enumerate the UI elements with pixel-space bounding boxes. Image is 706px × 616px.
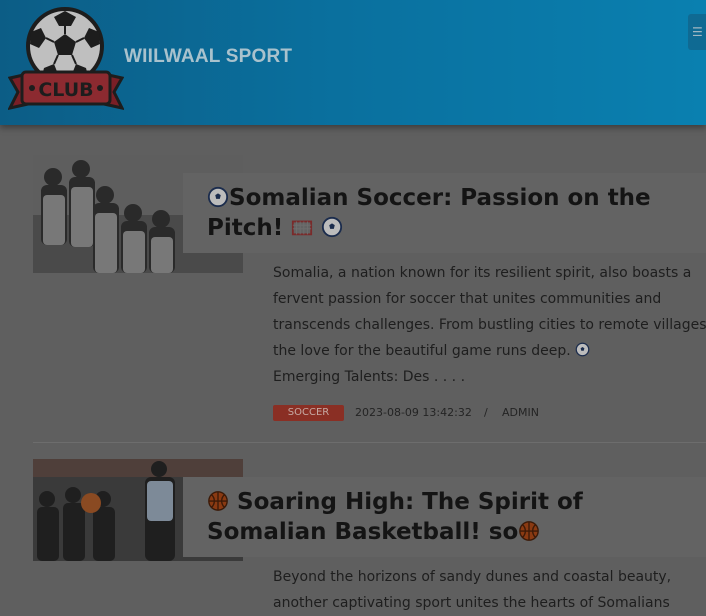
post-title-text: Somalian Soccer: Passion on the Pitch! (207, 185, 651, 241)
post-title-box: Soaring High: The Spirit of Somalian Bas… (183, 477, 706, 557)
post-excerpt-tail: Emerging Talents: Des . . . . (273, 369, 466, 385)
post-title-box: Somalian Soccer: Passion on the Pitch! (183, 173, 706, 253)
goal-net-icon (292, 220, 313, 236)
soccer-ball-icon (322, 216, 343, 238)
post-author[interactable]: ADMIN (502, 406, 539, 419)
post-meta: SOCCER 2023-08-09 13:42:32 / ADMIN (273, 405, 573, 421)
soccer-ball-icon (207, 186, 229, 208)
post-excerpt-text: Beyond the horizons of sandy dunes and c… (273, 569, 672, 611)
club-logo[interactable]: CLUB (8, 6, 124, 114)
meta-separator: / (484, 406, 488, 419)
soccer-ball-icon (575, 342, 590, 357)
logo-text: CLUB (38, 79, 93, 101)
post-date: 2023-08-09 13:42:32 (355, 406, 472, 419)
menu-icon[interactable]: ☰ (688, 14, 706, 50)
post-divider (33, 442, 706, 443)
post-excerpt: Beyond the horizons of sandy dunes and c… (273, 564, 706, 616)
post-excerpt: Somalia, a nation known for its resilien… (273, 260, 706, 390)
post-title[interactable]: Somalian Soccer: Passion on the Pitch! (207, 183, 699, 243)
category-badge[interactable]: SOCCER (273, 405, 344, 421)
post-title[interactable]: Soaring High: The Spirit of Somalian Bas… (207, 487, 699, 547)
basketball-icon (519, 521, 540, 541)
basketball-icon (208, 491, 228, 511)
site-header: CLUB WIILWAAL SPORT ☰ (0, 0, 706, 125)
post-excerpt-text: Somalia, a nation known for its resilien… (273, 265, 706, 359)
site-title[interactable]: WIILWAAL SPORT (124, 46, 292, 68)
